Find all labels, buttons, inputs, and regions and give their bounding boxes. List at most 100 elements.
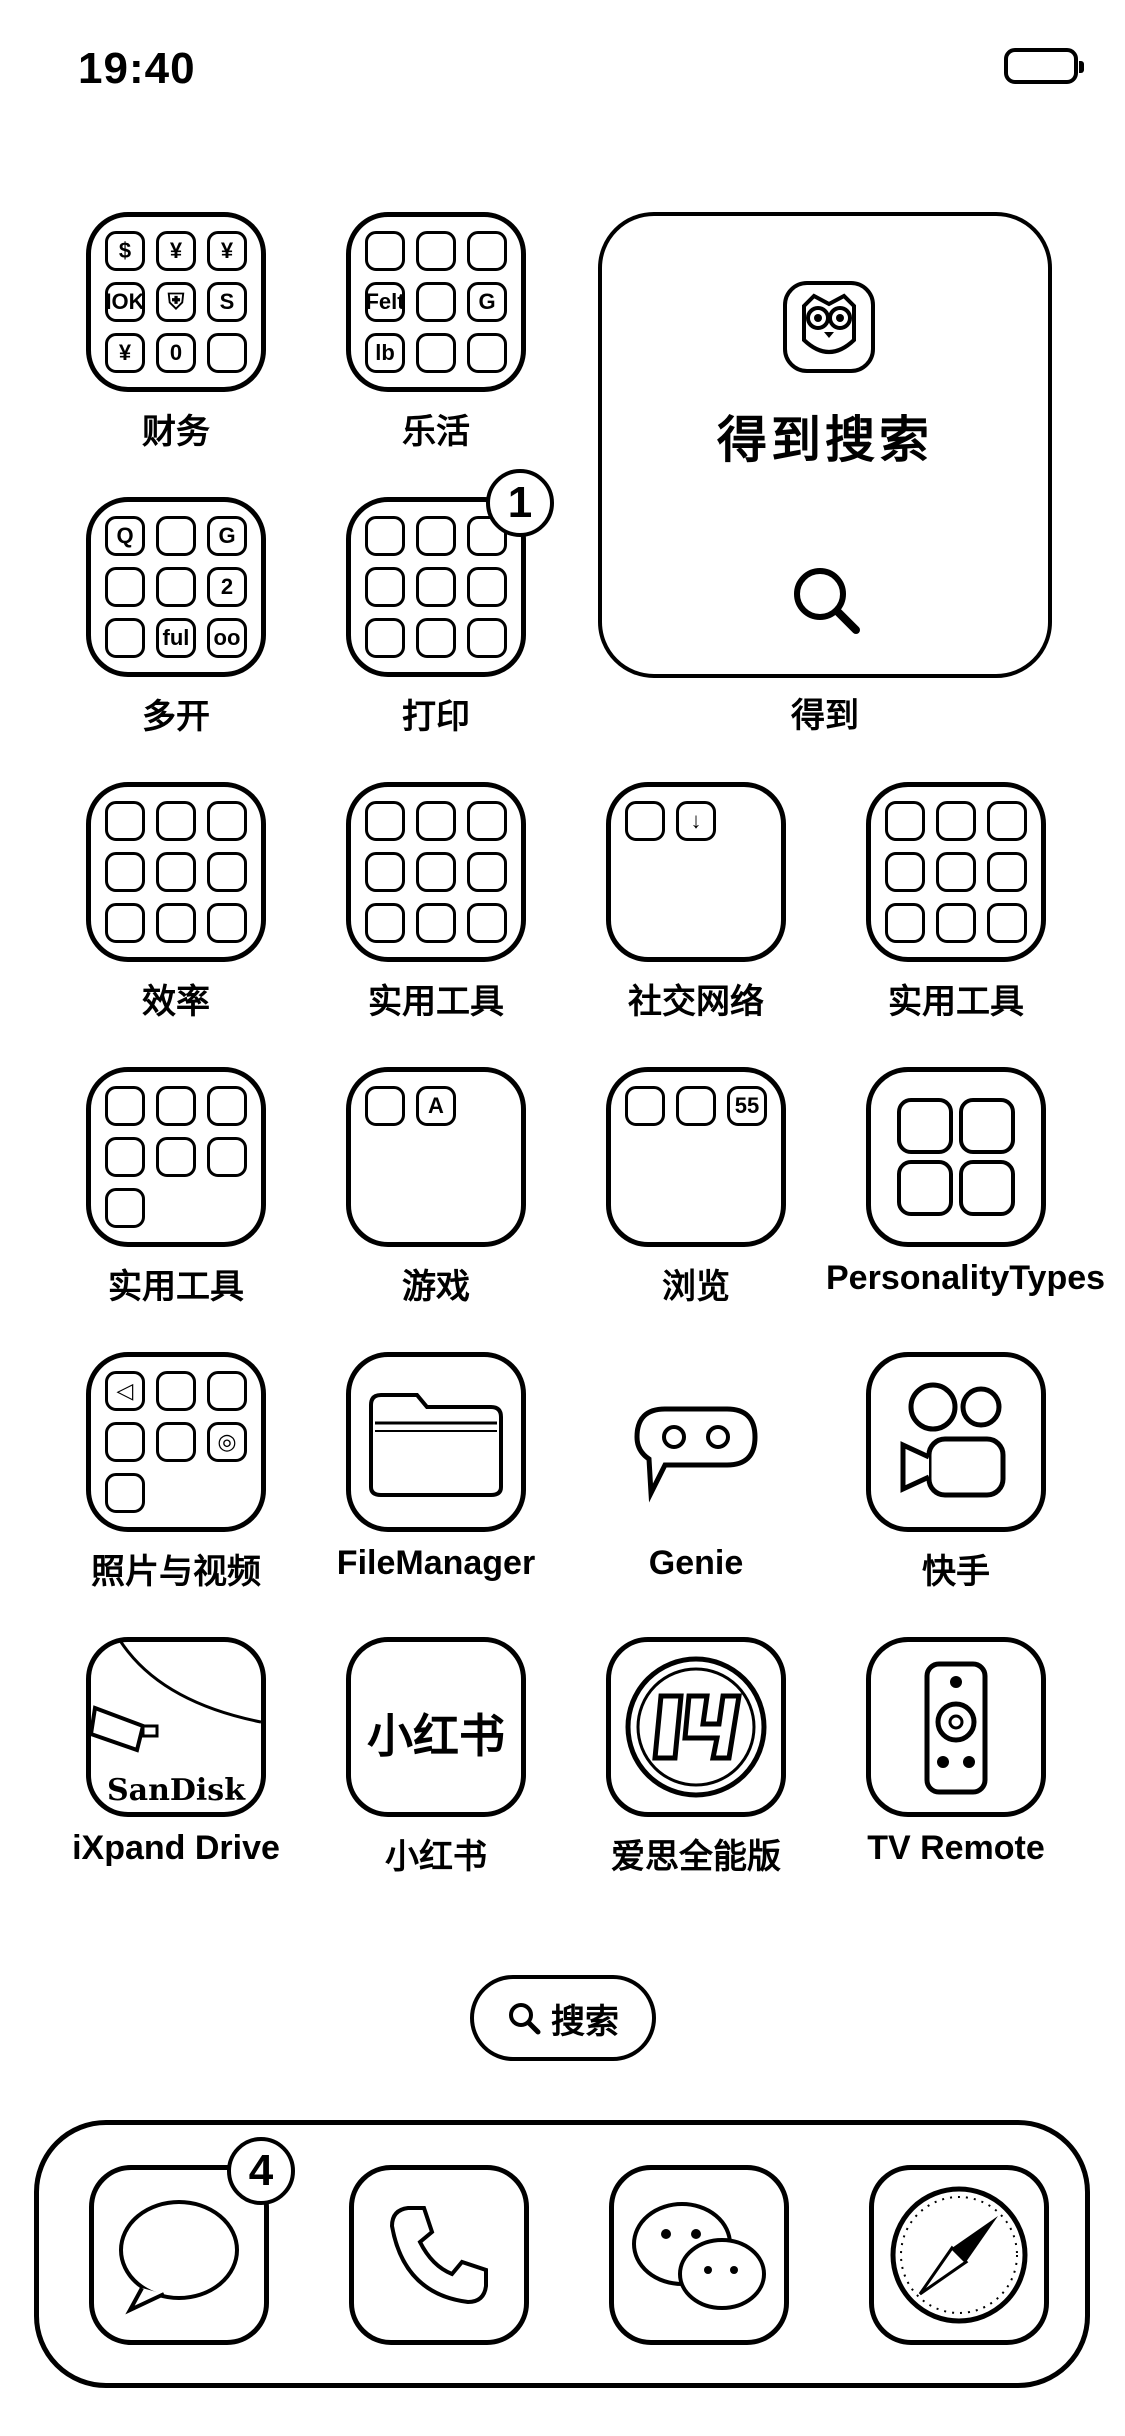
folder-label: 实用工具 (108, 1268, 244, 1306)
folder-mini-app-icon (467, 903, 507, 943)
genie-bubble-icon (634, 1406, 758, 1503)
folder-mini-app-icon: lb (365, 333, 405, 373)
folder-tile (86, 1067, 266, 1247)
phone-icon (389, 2206, 488, 2305)
folder-mini-app-icon (365, 903, 405, 943)
folder-mini-app-icon (467, 618, 507, 658)
folder-leisure-grid: Felt Glb (365, 231, 507, 373)
notification-badge: 1 (486, 469, 554, 537)
folder-label: 社交网络 (628, 983, 764, 1021)
folder-mini-app-icon (936, 903, 976, 943)
folder-mini-app-icon (365, 231, 405, 271)
folder-mini-app-icon (105, 1422, 145, 1462)
folder-mini-app-icon (467, 852, 507, 892)
folder-label: 打印 (402, 698, 470, 736)
app-tile (606, 1637, 786, 1817)
folder-games-grid: A (365, 1086, 507, 1228)
folder-utilities-3-grid (105, 1086, 247, 1228)
folder-mini-app-icon (365, 618, 405, 658)
app-label: PersonalityTypes (826, 1259, 1106, 1297)
folder-mini-app-icon (365, 567, 405, 607)
folder-finance-grid: $ ¥ ¥ IOK ⛨ S ¥0 (105, 231, 247, 373)
folder-mini-app-icon (365, 801, 405, 841)
dedao-search-widget[interactable]: 得到搜索 (598, 212, 1052, 678)
folder-mini-app-icon (105, 567, 145, 607)
folder-mini-app-icon: Q (105, 516, 145, 556)
status-time: 19:40 (78, 44, 196, 93)
folder-mini-app-icon: ↓ (676, 801, 716, 841)
i4-logo-icon (625, 1656, 767, 1798)
folder-mini-app-icon (156, 1137, 196, 1177)
folder-mini-app-icon: ful (156, 618, 196, 658)
wechat-icon (632, 2202, 766, 2310)
app-label: TV Remote (867, 1829, 1045, 1867)
compass-icon (890, 2186, 1028, 2324)
folder-mini-app-icon: S (207, 282, 247, 322)
app-tile (606, 1352, 786, 1532)
folder-browse-grid: 55 (625, 1086, 767, 1228)
app-tile (866, 1352, 1046, 1532)
app-tile (609, 2165, 789, 2345)
folder-label: 效率 (142, 983, 210, 1021)
folder-mini-app-icon (416, 333, 456, 373)
folder-mini-app-icon (416, 852, 456, 892)
notification-badge: 4 (227, 2137, 295, 2205)
folder-mini-app-icon (625, 1086, 665, 1126)
folder-mini-app-icon (987, 801, 1027, 841)
folder-mini-app-icon (936, 801, 976, 841)
search-icon (509, 2003, 541, 2035)
kuaishou-camera-icon (900, 1382, 1006, 1498)
folder-mini-app-icon: IOK (105, 282, 145, 322)
folder-label: 多开 (142, 698, 210, 736)
folder-photos-grid: ◁ ◎ (105, 1371, 247, 1513)
folder-label: 浏览 (662, 1268, 730, 1306)
folder-mini-app-icon (416, 231, 456, 271)
folder-mini-app-icon (105, 903, 145, 943)
widget-label: 得到 (791, 697, 859, 735)
xiaohongshu-logo-text: 小红书 (367, 1710, 505, 1762)
app-label: iXpand Drive (72, 1829, 280, 1867)
folder-mini-app-icon (207, 333, 247, 373)
dock: 4 (34, 2120, 1090, 2388)
folder-mini-app-icon (207, 903, 247, 943)
folder-label: 乐活 (402, 413, 470, 451)
folder-tile (86, 782, 266, 962)
folder-mini-app-icon (416, 903, 456, 943)
folder-mini-app-icon (207, 1086, 247, 1126)
folder-label: 财务 (142, 413, 210, 451)
folder-mini-app-icon (416, 516, 456, 556)
search-label: 搜索 (551, 2002, 619, 2041)
folder-mini-app-icon (207, 1371, 247, 1411)
folder-mini-app-icon (105, 852, 145, 892)
app-label: 爱思全能版 (611, 1838, 781, 1876)
app-tile (349, 2165, 529, 2345)
folder-mini-app-icon (207, 801, 247, 841)
folder-mini-app-icon: A (416, 1086, 456, 1126)
app-tile: 小红书 (346, 1637, 526, 1817)
app-label: FileManager (336, 1544, 536, 1582)
folder-mini-app-icon (105, 618, 145, 658)
folder-tile: ◁ ◎ (86, 1352, 266, 1532)
folder-mini-app-icon (416, 567, 456, 607)
folder-utilities-2-grid (885, 801, 1027, 943)
folder-mini-app-icon (987, 852, 1027, 892)
folder-mini-app-icon (467, 567, 507, 607)
folder-social-grid: ↓ (625, 801, 767, 943)
folder-mini-app-icon: ◁ (105, 1371, 145, 1411)
folder-mini-app-icon (105, 1137, 145, 1177)
folder-mini-app-icon (467, 801, 507, 841)
battery-icon (1004, 48, 1084, 84)
folder-tile (866, 782, 1046, 962)
folder-mini-app-icon (105, 1188, 145, 1228)
search-icon[interactable] (782, 556, 872, 646)
folder-mini-app-icon (156, 567, 196, 607)
folder-mini-app-icon (416, 282, 456, 322)
app-label: Genie (648, 1544, 744, 1582)
folder-mini-app-icon: ¥ (105, 333, 145, 373)
folder-tile: A (346, 1067, 526, 1247)
folder-label: 实用工具 (368, 983, 504, 1021)
folder-mini-app-icon (156, 516, 196, 556)
folder-mini-app-icon (885, 801, 925, 841)
folder-mini-app-icon (105, 801, 145, 841)
spotlight-search-button[interactable]: 搜索 (470, 1975, 656, 2061)
